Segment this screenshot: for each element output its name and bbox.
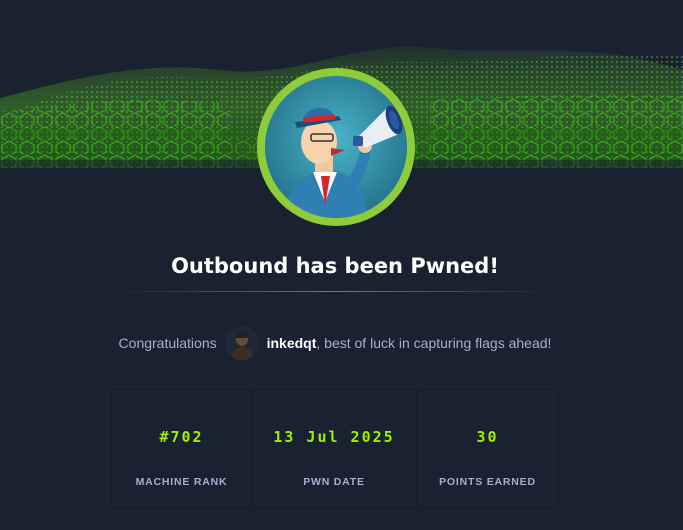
congrats-suffix: , best of luck in capturing flags ahead! [316, 335, 552, 351]
stat-machine-rank: #702 MACHINE RANK [112, 390, 252, 507]
user-avatar-icon[interactable] [224, 326, 259, 360]
pwn-date-label: PWN DATE [303, 476, 365, 488]
page-title: Outbound has been Pwned! [171, 254, 499, 278]
machine-avatar-megaphone-man-icon [265, 76, 407, 218]
machine-badge [257, 68, 415, 226]
points-earned-label: POINTS EARNED [439, 476, 536, 488]
points-earned-value: 30 [476, 428, 499, 446]
username-link[interactable]: inkedqt [267, 335, 317, 351]
title-divider [112, 291, 558, 292]
congrats-prefix: Congratulations [118, 335, 217, 351]
machine-rank-label: MACHINE RANK [135, 476, 228, 488]
congratulations-message: Congratulations inkedqt , best of luck i… [0, 326, 670, 360]
stat-pwn-date: 13 Jul 2025 PWN DATE [252, 390, 417, 507]
machine-rank-value: #702 [159, 428, 204, 446]
pwn-date-value: 13 Jul 2025 [273, 428, 395, 446]
stats-panel: #702 MACHINE RANK 13 Jul 2025 PWN DATE 3… [111, 389, 559, 508]
stat-points-earned: 30 POINTS EARNED [417, 390, 558, 507]
